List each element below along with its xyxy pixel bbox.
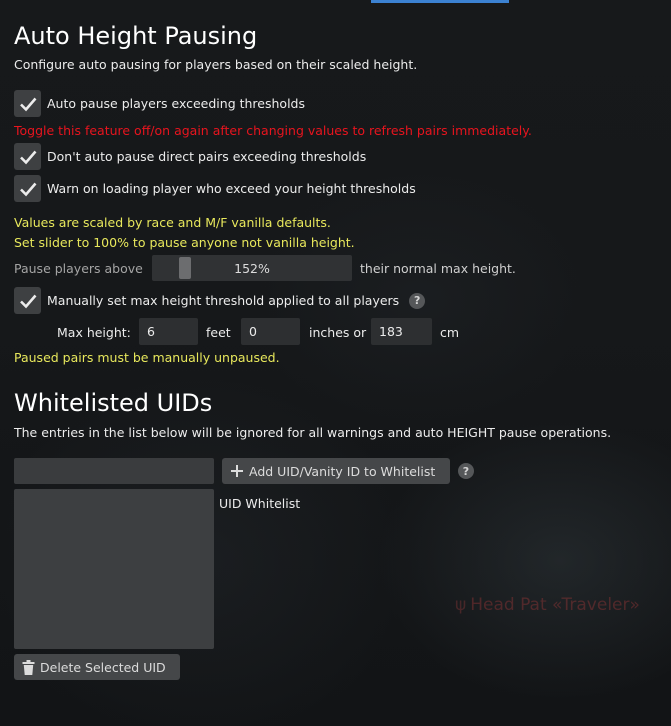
auto-pause-checkbox[interactable] <box>14 90 41 117</box>
active-tab-indicator <box>371 0 509 3</box>
warn-loading-checkbox[interactable] <box>14 175 41 202</box>
delete-uid-button[interactable]: Delete Selected UID <box>14 654 180 680</box>
uid-whitelist-listbox[interactable] <box>14 489 214 649</box>
auto-pause-checkbox-row[interactable]: Auto pause players exceeding thresholds <box>14 90 305 117</box>
add-uid-button[interactable]: Add UID/Vanity ID to Whitelist <box>222 458 450 484</box>
height-threshold-slider[interactable]: 152% <box>152 255 352 281</box>
section-title-whitelist: Whitelisted UIDs <box>14 389 213 417</box>
add-uid-button-label: Add UID/Vanity ID to Whitelist <box>249 463 436 479</box>
direct-pairs-label: Don't auto pause direct pairs exceeding … <box>47 149 367 164</box>
checkmark-icon <box>19 150 36 164</box>
direct-pairs-checkbox-row[interactable]: Don't auto pause direct pairs exceeding … <box>14 143 366 170</box>
uid-input[interactable] <box>14 458 214 484</box>
feet-unit: feet <box>206 325 231 340</box>
section-title-auto-height: Auto Height Pausing <box>14 22 258 50</box>
inches-input[interactable] <box>241 318 300 345</box>
section-description-whitelist: The entries in the list below will be ig… <box>14 425 612 440</box>
slider-value: 152% <box>234 261 270 276</box>
trash-icon <box>22 659 35 675</box>
manual-height-label: Manually set max height threshold applie… <box>47 293 400 308</box>
paused-note: Paused pairs must be manually unpaused. <box>14 350 280 365</box>
plus-icon <box>231 465 243 477</box>
checkmark-icon <box>19 182 36 196</box>
pause-threshold-label: Pause players above <box>14 261 143 276</box>
help-icon[interactable]: ? <box>458 463 474 479</box>
feet-input[interactable] <box>139 318 198 345</box>
cm-unit: cm <box>440 325 460 340</box>
background-watermark: ψ Head Pat «Traveler» <box>455 595 640 615</box>
auto-pause-label: Auto pause players exceeding thresholds <box>47 96 305 111</box>
emblem-icon: ψ <box>455 595 467 615</box>
manual-height-checkbox[interactable] <box>14 287 41 314</box>
warn-loading-label: Warn on loading player who exceed your h… <box>47 181 416 196</box>
scale-note-1: Values are scaled by race and M/F vanill… <box>14 215 331 230</box>
cm-input[interactable] <box>371 318 432 345</box>
delete-uid-button-label: Delete Selected UID <box>40 659 166 675</box>
pause-threshold-suffix: their normal max height. <box>360 261 516 276</box>
scale-note-2: Set slider to 100% to pause anyone not v… <box>14 235 355 250</box>
max-height-label: Max height: <box>57 325 131 340</box>
checkmark-icon <box>19 294 36 308</box>
section-description-auto-height: Configure auto pausing for players based… <box>14 57 418 72</box>
help-icon[interactable]: ? <box>409 292 426 309</box>
toggle-warning-text: Toggle this feature off/on again after c… <box>14 123 532 138</box>
warn-loading-checkbox-row[interactable]: Warn on loading player who exceed your h… <box>14 175 416 202</box>
direct-pairs-checkbox[interactable] <box>14 143 41 170</box>
manual-height-checkbox-row[interactable]: Manually set max height threshold applie… <box>14 287 426 314</box>
uid-whitelist-label: UID Whitelist <box>219 496 301 511</box>
checkmark-icon <box>19 97 36 111</box>
inches-unit: inches or <box>309 325 367 340</box>
